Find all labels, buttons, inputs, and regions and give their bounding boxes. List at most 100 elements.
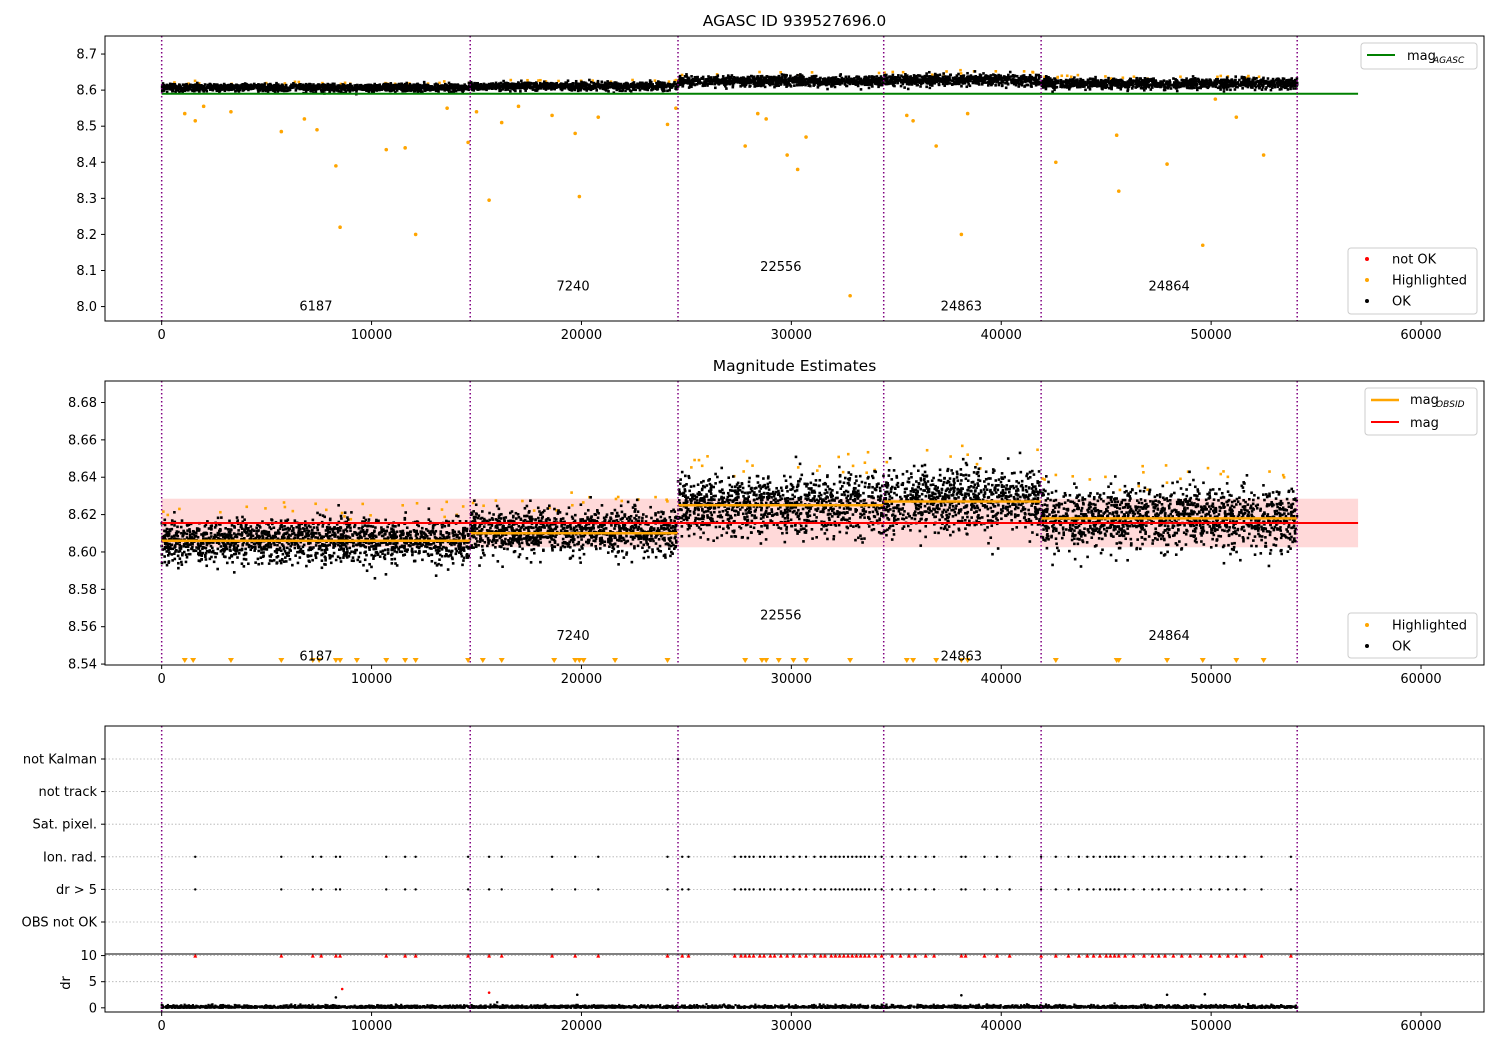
- ok-point: [314, 90, 318, 94]
- ok-point: [1271, 77, 1275, 81]
- ok-point: [957, 72, 960, 76]
- ok-point: [1229, 88, 1232, 92]
- ok-point: [644, 88, 648, 91]
- ok-point: [901, 81, 905, 85]
- ok-point: [802, 79, 805, 82]
- ok-point: [1280, 85, 1283, 88]
- ok-point: [886, 82, 890, 86]
- ok-point: [980, 77, 984, 80]
- ok-point: [1192, 77, 1195, 81]
- ok-point: [974, 80, 978, 83]
- ok-point: [1019, 77, 1022, 81]
- ok-point: [213, 83, 217, 86]
- ok-point: [1032, 81, 1036, 85]
- ok-point: [820, 82, 824, 86]
- ok-point: [814, 74, 818, 78]
- ok-point: [660, 81, 664, 85]
- ok-point: [249, 85, 253, 88]
- ok-point: [756, 82, 760, 85]
- highlighted-point: [959, 72, 963, 75]
- ok-point: [830, 76, 833, 80]
- ok-point: [914, 76, 918, 80]
- ok-point: [1086, 78, 1090, 82]
- ok-point: [945, 76, 948, 80]
- highlighted-point: [297, 80, 301, 84]
- ok-point: [877, 85, 880, 89]
- highlighted-point: [653, 79, 657, 82]
- ok-point: [276, 83, 279, 86]
- ok-point: [434, 89, 438, 93]
- ok-point: [198, 90, 201, 93]
- ok-point: [787, 80, 790, 84]
- ok-point: [811, 77, 815, 81]
- ok-point: [333, 84, 336, 88]
- ok-point: [1222, 90, 1226, 93]
- ok-point: [604, 89, 608, 92]
- ok-point: [900, 74, 903, 78]
- ok-point: [561, 83, 564, 87]
- ok-point: [570, 86, 573, 89]
- ok-point: [732, 76, 736, 80]
- ok-point: [977, 79, 980, 82]
- ok-point: [598, 85, 601, 88]
- ok-point: [596, 82, 599, 86]
- ok-point: [369, 84, 372, 87]
- ok-point: [930, 83, 934, 86]
- ok-point: [926, 77, 930, 81]
- ok-point: [565, 81, 569, 85]
- ok-point: [869, 80, 872, 84]
- ok-point: [515, 82, 518, 86]
- ok-point: [285, 89, 289, 93]
- ok-point: [315, 87, 319, 91]
- ok-point: [287, 86, 290, 90]
- ok-point: [658, 83, 661, 87]
- ok-point: [994, 84, 997, 87]
- ok-point: [907, 82, 910, 85]
- ok-point: [1001, 81, 1005, 84]
- ok-point: [875, 75, 879, 78]
- ok-point: [409, 88, 412, 92]
- ok-point: [843, 79, 846, 82]
- ok-point: [693, 83, 696, 86]
- ok-point: [696, 81, 700, 85]
- ok-point: [474, 83, 478, 86]
- ok-point: [509, 90, 512, 93]
- ok-point: [888, 75, 891, 78]
- ok-point: [950, 79, 953, 82]
- ok-point: [1139, 86, 1143, 90]
- ok-point: [958, 80, 962, 84]
- highlighted-point: [442, 80, 446, 83]
- ok-point: [520, 79, 523, 83]
- ok-point: [891, 73, 895, 77]
- ok-point: [230, 84, 234, 87]
- ok-point: [616, 82, 620, 86]
- ok-point: [261, 84, 264, 88]
- ok-point: [839, 80, 843, 83]
- highlighted-point: [1076, 73, 1080, 77]
- ok-point: [877, 77, 881, 81]
- ok-point: [849, 77, 853, 81]
- ok-point: [855, 75, 858, 79]
- ok-point: [668, 84, 672, 88]
- ok-point: [1034, 75, 1038, 79]
- ok-point: [1172, 77, 1175, 80]
- ok-point: [455, 86, 459, 89]
- ok-point: [729, 76, 733, 80]
- ok-point: [416, 85, 420, 88]
- ok-point: [595, 89, 598, 92]
- ok-point: [1238, 83, 1241, 86]
- ok-point: [764, 76, 768, 80]
- ok-point: [1047, 82, 1050, 86]
- ok-point: [485, 88, 488, 92]
- ok-point: [691, 79, 695, 83]
- ok-point: [807, 84, 811, 87]
- ok-point: [330, 88, 334, 92]
- ok-point: [264, 88, 268, 91]
- highlighted-point: [959, 68, 962, 72]
- ok-point: [1037, 80, 1040, 84]
- ok-point: [406, 86, 410, 90]
- ok-point: [704, 82, 707, 86]
- ok-point: [1261, 83, 1264, 87]
- ok-point: [783, 75, 787, 78]
- highlighted-point: [539, 78, 542, 82]
